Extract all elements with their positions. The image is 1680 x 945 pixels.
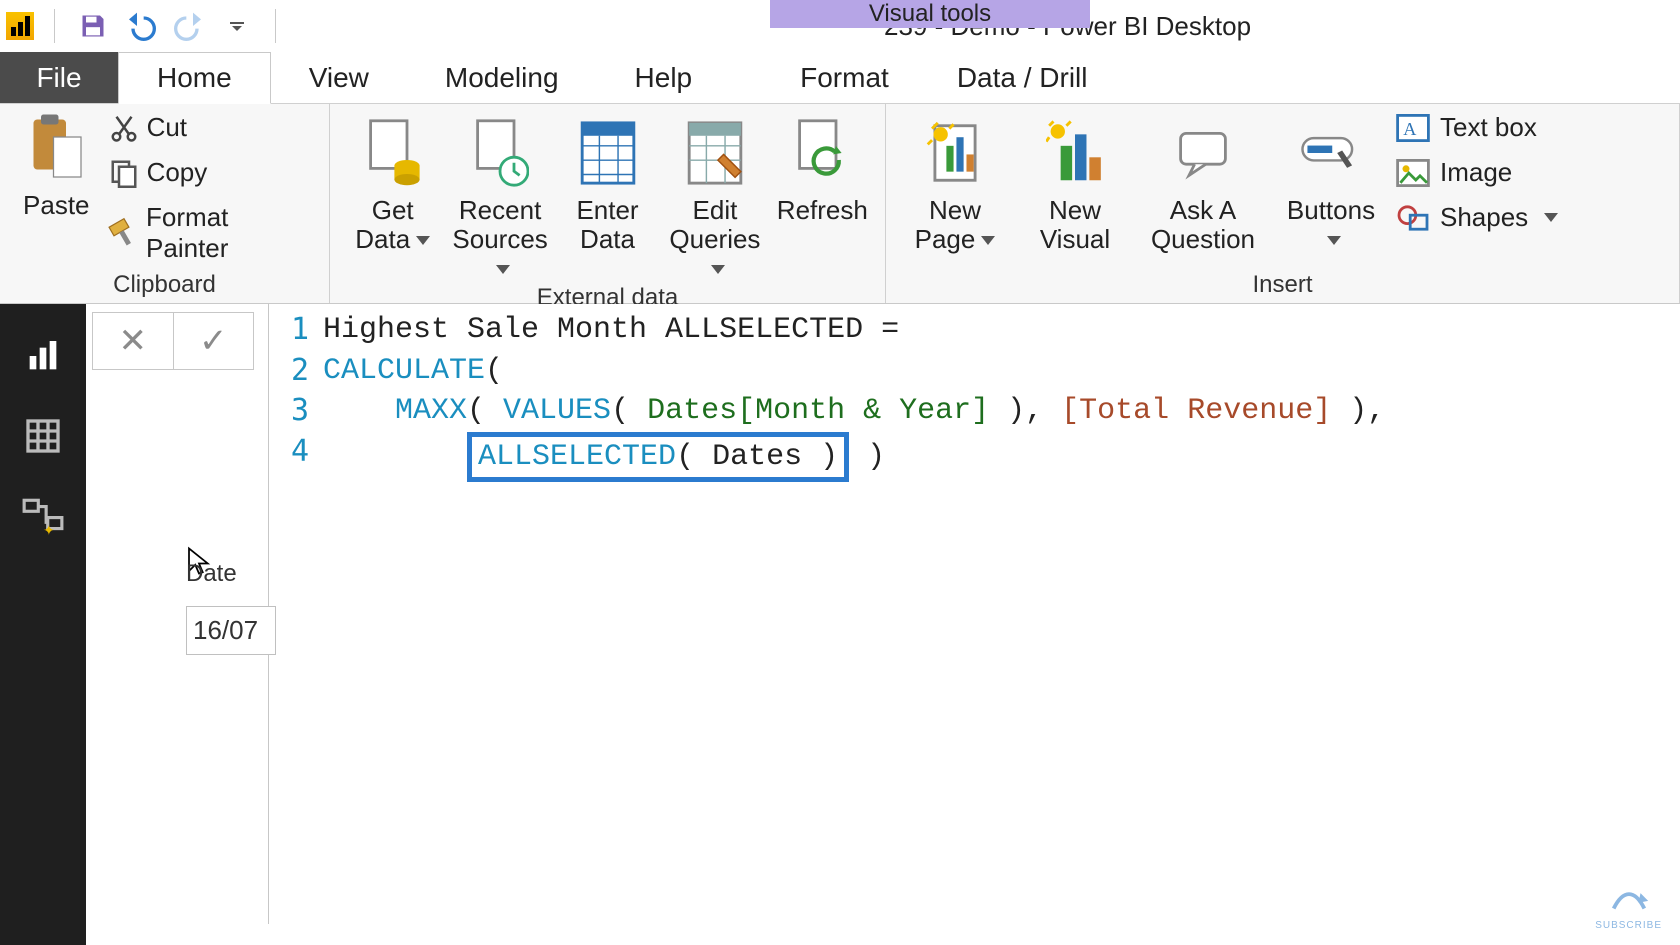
shapes-button[interactable]: Shapes xyxy=(1396,202,1558,233)
tab-modeling[interactable]: Modeling xyxy=(407,52,597,103)
new-page-button[interactable]: New Page xyxy=(900,110,1010,253)
tab-format[interactable]: Format xyxy=(766,52,923,103)
code-line-4: ALLSELECTED( Dates ) ) xyxy=(323,432,885,483)
paste-button[interactable]: Paste xyxy=(14,110,99,221)
buttons-button[interactable]: Buttons xyxy=(1276,110,1386,253)
line-number: 2 xyxy=(279,351,309,392)
slicer-title: Date xyxy=(186,560,276,588)
ask-a-question-label: Ask A Question xyxy=(1140,196,1266,253)
get-data-label: Get Data xyxy=(355,195,413,254)
refresh-label: Refresh xyxy=(777,196,868,225)
svg-text:✦: ✦ xyxy=(43,522,55,536)
clipboard-group-label: Clipboard xyxy=(14,269,315,299)
edit-queries-button[interactable]: Edit Queries xyxy=(666,110,763,282)
tab-help[interactable]: Help xyxy=(597,52,731,103)
copy-label: Copy xyxy=(147,157,208,188)
tab-view[interactable]: View xyxy=(271,52,407,103)
new-visual-label: New Visual xyxy=(1020,196,1130,253)
tab-home[interactable]: Home xyxy=(118,52,271,104)
tab-data-drill[interactable]: Data / Drill xyxy=(923,52,1122,103)
recent-sources-button[interactable]: Recent Sources xyxy=(451,110,548,282)
highlighted-expression: ALLSELECTED( Dates ) xyxy=(467,432,849,483)
format-painter-button[interactable]: Format Painter xyxy=(109,202,315,264)
view-switcher: ✦ xyxy=(0,304,86,945)
report-view-button[interactable] xyxy=(21,334,65,378)
slicer-start-date[interactable]: 16/07 xyxy=(186,606,276,655)
ribbon: Paste Cut Copy Format Painter Clipboard xyxy=(0,104,1680,304)
quick-access-toolbar xyxy=(0,0,284,52)
code-line-2: CALCULATE( xyxy=(323,351,503,392)
recent-sources-label: Recent Sources xyxy=(452,195,547,254)
formula-area: ✕ ✓ 1 Highest Sale Month ALLSELECTED = 2… xyxy=(86,304,1680,924)
shapes-label: Shapes xyxy=(1440,202,1528,233)
title-bar: Visual tools 239 - Demo - Power BI Deskt… xyxy=(0,0,1680,52)
cancel-formula-button[interactable]: ✕ xyxy=(93,313,173,369)
insert-group-label: Insert xyxy=(900,269,1665,299)
paste-label: Paste xyxy=(23,190,90,221)
format-painter-label: Format Painter xyxy=(146,202,315,264)
tab-file[interactable]: File xyxy=(0,52,118,103)
dropdown-caret-icon xyxy=(1544,213,1558,222)
text-box-button[interactable]: A Text box xyxy=(1396,112,1558,143)
enter-data-button[interactable]: Enter Data xyxy=(559,110,656,253)
date-slicer[interactable]: Date 16/07 xyxy=(186,560,276,655)
ribbon-group-clipboard: Paste Cut Copy Format Painter Clipboard xyxy=(0,104,330,303)
dropdown-caret-icon xyxy=(1327,236,1341,245)
dax-editor[interactable]: 1 Highest Sale Month ALLSELECTED = 2 CAL… xyxy=(268,304,1680,924)
text-box-label: Text box xyxy=(1440,112,1537,143)
image-label: Image xyxy=(1440,157,1512,188)
ribbon-tabs: File Home View Modeling Help Format Data… xyxy=(0,52,1680,104)
ask-a-question-button[interactable]: Ask A Question xyxy=(1140,110,1266,253)
save-button[interactable] xyxy=(75,8,111,44)
ribbon-group-external-data: Get Data Recent Sources Enter Data Edit … xyxy=(330,104,886,303)
line-number: 4 xyxy=(279,432,309,473)
copy-button[interactable]: Copy xyxy=(109,157,315,188)
cut-button[interactable]: Cut xyxy=(109,112,315,143)
line-number: 3 xyxy=(279,391,309,432)
new-page-label: New Page xyxy=(915,195,981,254)
code-line-3: MAXX( VALUES( Dates[Month & Year] ), [To… xyxy=(323,391,1385,432)
qat-separator xyxy=(54,9,55,43)
redo-button[interactable] xyxy=(171,8,207,44)
new-visual-button[interactable]: New Visual xyxy=(1020,110,1130,253)
model-view-button[interactable]: ✦ xyxy=(21,494,65,538)
app-logo-icon xyxy=(6,12,34,40)
data-view-button[interactable] xyxy=(21,414,65,458)
dropdown-caret-icon xyxy=(711,265,725,274)
ribbon-group-insert: New Page New Visual Ask A Question Butto… xyxy=(886,104,1680,303)
cut-label: Cut xyxy=(147,112,187,143)
commit-formula-button[interactable]: ✓ xyxy=(173,313,254,369)
line-number: 1 xyxy=(279,310,309,351)
subscribe-label: SUBSCRIBE xyxy=(1595,920,1662,931)
edit-queries-label: Edit Queries xyxy=(669,195,760,254)
dropdown-caret-icon xyxy=(981,236,995,245)
dropdown-caret-icon xyxy=(496,265,510,274)
contextual-tab-visual-tools: Visual tools xyxy=(770,0,1090,28)
code-line-1: Highest Sale Month ALLSELECTED = xyxy=(323,310,899,351)
get-data-button[interactable]: Get Data xyxy=(344,110,441,253)
enter-data-label: Enter Data xyxy=(559,196,656,253)
dropdown-caret-icon xyxy=(416,236,430,245)
qat-customize-button[interactable] xyxy=(219,8,255,44)
undo-button[interactable] xyxy=(123,8,159,44)
refresh-button[interactable]: Refresh xyxy=(774,110,871,225)
qat-separator xyxy=(275,9,276,43)
buttons-label: Buttons xyxy=(1287,195,1375,225)
svg-text:A: A xyxy=(1403,119,1416,139)
image-button[interactable]: Image xyxy=(1396,157,1558,188)
subscribe-watermark: SUBSCRIBE xyxy=(1595,874,1662,931)
